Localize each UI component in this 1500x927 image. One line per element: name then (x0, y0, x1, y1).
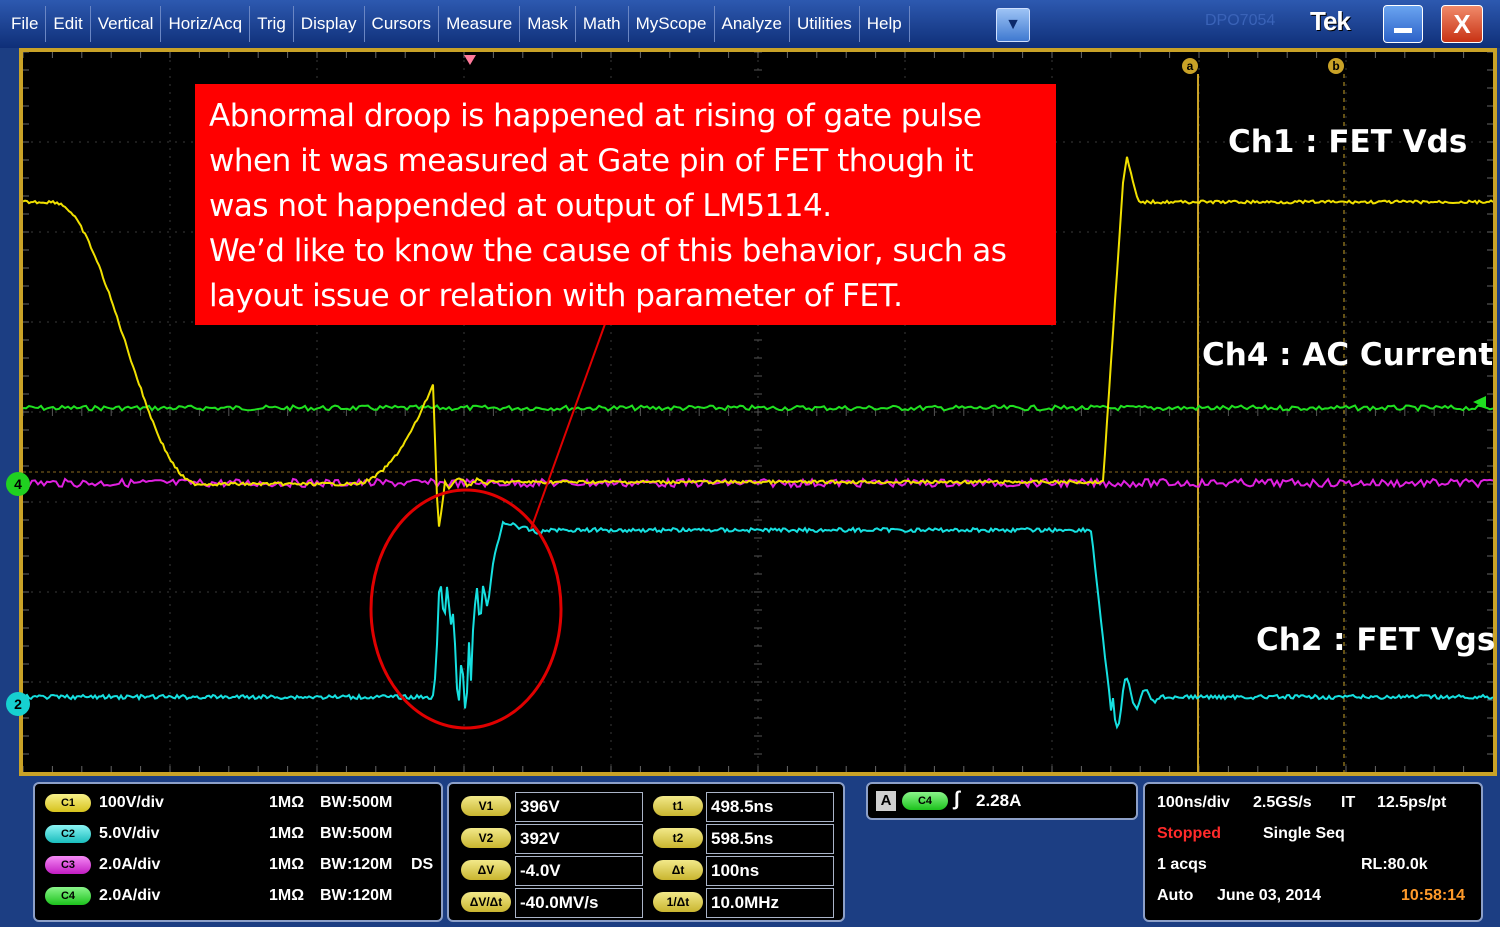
ch1-scale: 100V/div (99, 794, 164, 811)
menu-edit[interactable]: Edit (46, 6, 91, 42)
ch4-impedance: 1MΩ (269, 887, 305, 904)
vertical-settings-panel[interactable]: C1 100V/div 1MΩ BW :500M C2 5.0V/div 1MΩ… (33, 782, 443, 922)
ch4-reference-marker[interactable]: 4 (6, 472, 30, 496)
run-state: Stopped (1157, 825, 1221, 842)
menu-analyze[interactable]: Analyze (715, 6, 790, 42)
cursor-lines[interactable] (1197, 74, 1345, 772)
sample-rate: 2.5GS/s (1253, 794, 1312, 811)
trigger-source-badge: C4 (902, 792, 948, 810)
channel-row[interactable]: C1 100V/div 1MΩ BW :500M (43, 790, 443, 816)
ch1-impedance: 1MΩ (269, 794, 305, 811)
trigger-position-marker (464, 55, 476, 65)
menu-bar: File Edit Vertical Horiz/Acq Trig Displa… (0, 0, 1500, 48)
t1-badge: t1 (653, 796, 703, 816)
inverse-delta-t-value: 10.0MHz (706, 888, 834, 918)
menu-help[interactable]: Help (860, 6, 910, 42)
acquisition-panel[interactable]: 100ns/div 2.5GS/s IT 12.5ps/pt Stopped S… (1143, 782, 1483, 922)
menu-utilities[interactable]: Utilities (790, 6, 860, 42)
menu-math[interactable]: Math (576, 6, 629, 42)
ch2-bandwidth: :500M (347, 825, 393, 842)
acquisition-count: 1 acqs (1157, 856, 1207, 873)
t2-value: 598.5ns (706, 824, 834, 854)
menu-trig[interactable]: Trig (250, 6, 294, 42)
ch4-scale: 2.0A/div (99, 887, 161, 904)
menu-horiz-acq[interactable]: Horiz/Acq (161, 6, 251, 42)
t2-badge: t2 (653, 828, 703, 848)
menu-cursors[interactable]: Cursors (365, 6, 440, 42)
t1-value: 498.5ns (706, 792, 834, 822)
status-panel: C1 100V/div 1MΩ BW :500M C2 5.0V/div 1MΩ… (0, 776, 1500, 927)
v2-value: 392V (515, 824, 643, 854)
trigger-readout-panel[interactable]: A C4 ∫ 2.28A (866, 782, 1138, 820)
trigger-level: 2.28A (976, 791, 1022, 810)
delta-v-badge: ΔV (461, 860, 511, 880)
ch2-scale: 5.0V/div (99, 825, 160, 842)
cursor-b-marker[interactable]: b (1328, 58, 1344, 74)
trigger-mode-badge: A (876, 791, 896, 811)
ch3-bandwidth: :120M (347, 856, 393, 873)
ch2-bw-label: BW (320, 825, 347, 842)
ch3-bw-label: BW (320, 856, 347, 873)
menu-measure[interactable]: Measure (439, 6, 521, 42)
channel-row[interactable]: C3 2.0A/div 1MΩ BW :120M DS (43, 852, 443, 878)
ch1-bw-label: BW (320, 794, 347, 811)
menu-myscope[interactable]: MyScope (629, 6, 715, 42)
acquisition-mode: IT (1341, 794, 1356, 811)
annotation-text: Abnormal droop is happened at rising of … (209, 98, 1007, 314)
date: June 03, 2014 (1217, 887, 1322, 904)
menu: File Edit Vertical Horiz/Acq Trig Displa… (4, 6, 910, 42)
ch3-impedance: 1MΩ (269, 856, 305, 873)
chevron-down-icon[interactable]: ▼ (996, 8, 1030, 42)
resolution: 12.5ps/pt (1377, 794, 1447, 811)
ch2-impedance: 1MΩ (269, 825, 305, 842)
v1-badge: V1 (461, 796, 511, 816)
tek-logo: Tek (1310, 6, 1351, 36)
channel-row[interactable]: C2 5.0V/div 1MΩ BW :500M (43, 821, 443, 847)
trigger-mode: Auto (1157, 887, 1194, 904)
callout-line (530, 323, 606, 530)
ch4-label: Ch4 : AC Current (1202, 337, 1494, 373)
ch2-label: Ch2 : FET Vgs (1256, 622, 1496, 658)
minimize-button[interactable] (1383, 5, 1423, 43)
ch4-badge: C4 (45, 887, 91, 905)
menu-display[interactable]: Display (294, 6, 365, 42)
ch1-label: Ch1 : FET Vds (1228, 124, 1468, 160)
cursor-readout-panel[interactable]: V1 396V V2 392V ΔV -4.0V ΔV/Δt -40.0MV/s… (447, 782, 845, 922)
dv-dt-value: -40.0MV/s (515, 888, 643, 918)
delta-t-badge: Δt (653, 860, 703, 880)
ch3-scale: 2.0A/div (99, 856, 161, 873)
ch3-badge: C3 (45, 856, 91, 874)
inverse-delta-t-badge: 1/Δt (653, 892, 703, 912)
ch2-badge: C2 (45, 825, 91, 843)
v1-value: 396V (515, 792, 643, 822)
ch3-deskew-flag: DS (411, 856, 434, 873)
ch2-reference-marker[interactable]: 2 (6, 692, 30, 716)
timebase: 100ns/div (1157, 794, 1230, 811)
close-button[interactable]: X (1441, 5, 1483, 43)
ch4-bw-label: BW (320, 887, 347, 904)
ch1-bandwidth: :500M (347, 794, 393, 811)
time: 10:58:14 (1401, 887, 1466, 904)
annotation-box: Abnormal droop is happened at rising of … (195, 84, 1056, 325)
delta-t-value: 100ns (706, 856, 834, 886)
sequence-mode: Single Seq (1263, 825, 1345, 842)
ch4-bandwidth: :120M (347, 887, 393, 904)
menu-mask[interactable]: Mask (520, 6, 576, 42)
rising-edge-icon: ∫ (954, 788, 960, 810)
dv-dt-badge: ΔV/Δt (461, 892, 511, 912)
ch1-badge: C1 (45, 794, 91, 812)
record-length: RL:80.0k (1361, 856, 1428, 873)
menu-vertical[interactable]: Vertical (91, 6, 162, 42)
v2-badge: V2 (461, 828, 511, 848)
menu-file[interactable]: File (4, 6, 47, 42)
delta-v-value: -4.0V (515, 856, 643, 886)
cursor-a-marker[interactable]: a (1182, 58, 1198, 74)
model-name: DPO7054 (1205, 12, 1276, 29)
channel-row[interactable]: C4 2.0A/div 1MΩ BW :120M (43, 883, 443, 909)
